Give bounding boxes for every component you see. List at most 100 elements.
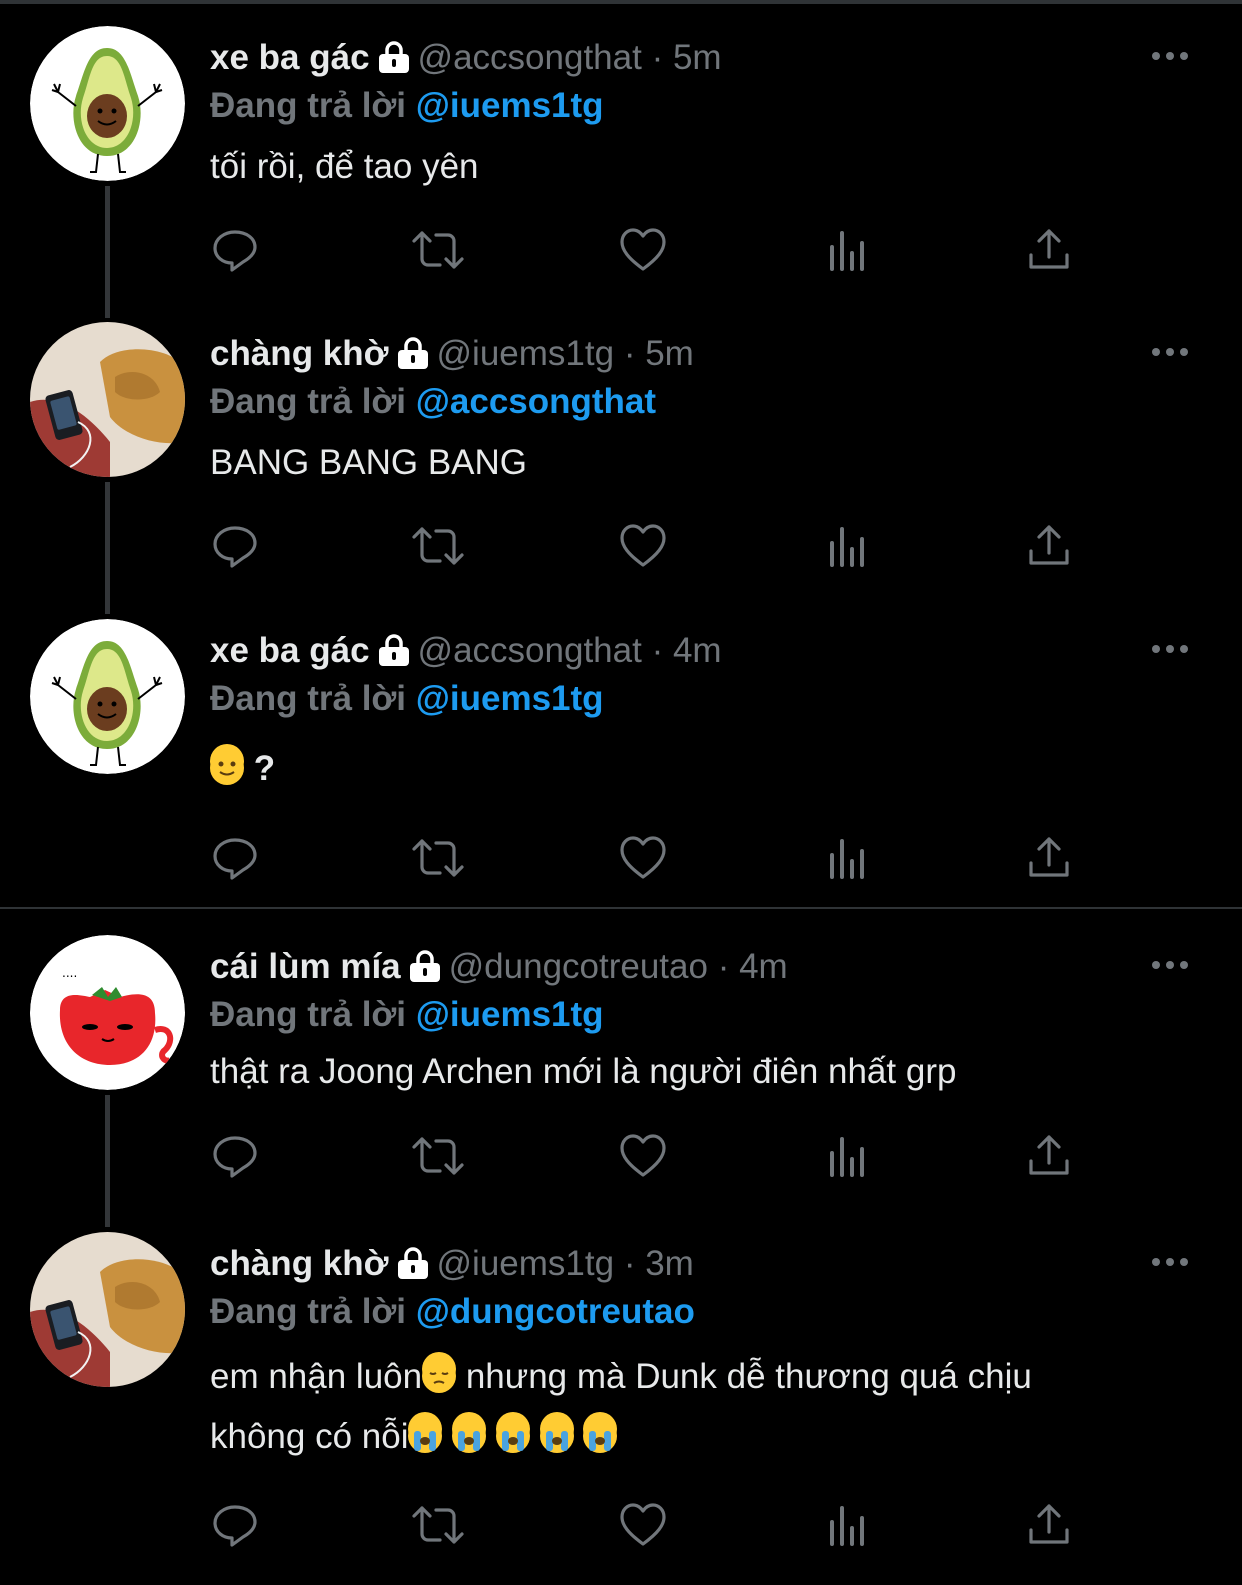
tweet-text: thật ra Joong Archen mới là người điên n… bbox=[210, 1052, 957, 1091]
display-name[interactable]: xe ba gác bbox=[210, 631, 370, 670]
tweet-header: xe ba gác @accsongthat · 4m bbox=[210, 627, 722, 679]
reply-context: Đang trả lời @dungcotreutao bbox=[210, 1288, 695, 1336]
separator-dot: · bbox=[717, 947, 730, 986]
reply-prefix: Đang trả lời bbox=[210, 86, 407, 125]
like-icon[interactable] bbox=[618, 833, 668, 883]
tweet-text-part: nhưng mà Dunk dễ thương quá chịu bbox=[456, 1357, 1032, 1396]
reply-mention[interactable]: @accsongthat bbox=[416, 382, 656, 421]
reply-context: Đang trả lời @iuems1tg bbox=[210, 675, 604, 723]
avatar[interactable] bbox=[30, 619, 185, 774]
timestamp[interactable]: 4m bbox=[739, 947, 788, 986]
separator-dot: · bbox=[623, 1244, 636, 1283]
reply-icon[interactable] bbox=[210, 521, 260, 571]
action-bar bbox=[210, 833, 1090, 883]
separator-dot: · bbox=[623, 334, 636, 373]
share-icon[interactable] bbox=[1024, 1500, 1074, 1550]
share-icon[interactable] bbox=[1024, 225, 1074, 275]
handle[interactable]: @iuems1tg bbox=[437, 1244, 615, 1283]
slightly-smiling-face-emoji bbox=[210, 744, 244, 785]
handle[interactable]: @accsongthat bbox=[418, 631, 642, 670]
avatar[interactable] bbox=[30, 1232, 185, 1387]
tweet[interactable]: chàng khờ @iuems1tg · 3m Đang trả lời @du… bbox=[0, 1206, 1242, 1585]
loudly-crying-face-emoji bbox=[408, 1412, 443, 1453]
reply-context: Đang trả lời @iuems1tg bbox=[210, 991, 604, 1039]
avatar[interactable] bbox=[30, 26, 185, 181]
lock-icon bbox=[376, 631, 412, 679]
share-icon[interactable] bbox=[1024, 833, 1074, 883]
pensive-face-emoji bbox=[422, 1352, 457, 1393]
like-icon[interactable] bbox=[618, 1500, 668, 1550]
share-icon[interactable] bbox=[1024, 1131, 1074, 1181]
more-icon[interactable] bbox=[1148, 1232, 1198, 1268]
timestamp[interactable]: 5m bbox=[645, 334, 694, 373]
views-icon[interactable] bbox=[822, 833, 872, 883]
reply-icon[interactable] bbox=[210, 1131, 260, 1181]
tomato-cat-avatar-image: .... bbox=[30, 935, 185, 1090]
more-icon[interactable] bbox=[1148, 619, 1198, 655]
handle[interactable]: @iuems1tg bbox=[437, 334, 615, 373]
tweet-text: ? bbox=[210, 739, 1200, 799]
reply-icon[interactable] bbox=[210, 1500, 260, 1550]
tweet[interactable]: xe ba gác @accsongthat · 5m Đang trả lời … bbox=[0, 0, 1242, 318]
dog-avatar-image bbox=[30, 322, 185, 477]
loudly-crying-face-emoji bbox=[583, 1412, 618, 1453]
tweet-header: xe ba gác @accsongthat · 5m bbox=[210, 34, 722, 86]
reply-prefix: Đang trả lời bbox=[210, 679, 407, 718]
retweet-icon[interactable] bbox=[410, 833, 464, 883]
views-icon[interactable] bbox=[822, 1500, 872, 1550]
display-name[interactable]: cái lùm mía bbox=[210, 947, 401, 986]
tweet[interactable]: xe ba gác @accsongthat · 4m Đang trả lời … bbox=[0, 593, 1242, 908]
reply-mention[interactable]: @iuems1tg bbox=[416, 995, 604, 1034]
timestamp[interactable]: 5m bbox=[673, 38, 722, 77]
action-bar bbox=[210, 225, 1090, 275]
separator-dot: · bbox=[651, 631, 664, 670]
dog-avatar-image bbox=[30, 1232, 185, 1387]
lock-icon bbox=[395, 1244, 431, 1292]
like-icon[interactable] bbox=[618, 225, 668, 275]
tweet[interactable]: .... cái lùm mía @dungcotreutao · 4m Đang… bbox=[0, 909, 1242, 1227]
retweet-icon[interactable] bbox=[410, 225, 464, 275]
handle[interactable]: @dungcotreutao bbox=[449, 947, 708, 986]
views-icon[interactable] bbox=[822, 521, 872, 571]
timestamp[interactable]: 3m bbox=[645, 1244, 694, 1283]
reply-icon[interactable] bbox=[210, 225, 260, 275]
views-icon[interactable] bbox=[822, 1131, 872, 1181]
tweet-header: chàng khờ @iuems1tg · 3m bbox=[210, 1240, 694, 1292]
like-icon[interactable] bbox=[618, 1131, 668, 1181]
tweet-text-part: em nhận luôn bbox=[210, 1357, 423, 1396]
more-icon[interactable] bbox=[1148, 935, 1198, 971]
share-icon[interactable] bbox=[1024, 521, 1074, 571]
handle[interactable]: @accsongthat bbox=[418, 38, 642, 77]
reply-icon[interactable] bbox=[210, 833, 260, 883]
tweet[interactable]: chàng khờ @iuems1tg · 5m Đang trả lời @ac… bbox=[0, 296, 1242, 614]
loudly-crying-face-emoji bbox=[495, 1412, 530, 1453]
display-name[interactable]: xe ba gác bbox=[210, 38, 370, 77]
avatar[interactable] bbox=[30, 322, 185, 477]
tweet-text-part: không có nỗi bbox=[210, 1417, 409, 1456]
display-name[interactable]: chàng khờ bbox=[210, 1244, 389, 1283]
retweet-icon[interactable] bbox=[410, 1131, 464, 1181]
tweet-text: BANG BANG BANG bbox=[210, 443, 528, 482]
loudly-crying-face-emoji bbox=[452, 1412, 487, 1453]
retweet-icon[interactable] bbox=[410, 521, 464, 571]
more-icon[interactable] bbox=[1148, 26, 1198, 62]
reply-context: Đang trả lời @accsongthat bbox=[210, 378, 656, 426]
reply-prefix: Đang trả lời bbox=[210, 995, 407, 1034]
lock-icon bbox=[395, 334, 431, 382]
avatar[interactable]: .... bbox=[30, 935, 185, 1090]
reply-prefix: Đang trả lời bbox=[210, 1292, 407, 1331]
tweet-text-content: ? bbox=[253, 749, 276, 788]
display-name[interactable]: chàng khờ bbox=[210, 334, 389, 373]
like-icon[interactable] bbox=[618, 521, 668, 571]
lock-icon bbox=[407, 947, 443, 995]
more-icon[interactable] bbox=[1148, 322, 1198, 358]
views-icon[interactable] bbox=[822, 225, 872, 275]
loudly-crying-face-emoji bbox=[539, 1412, 574, 1453]
timestamp[interactable]: 4m bbox=[673, 631, 722, 670]
reply-mention[interactable]: @iuems1tg bbox=[416, 679, 604, 718]
retweet-icon[interactable] bbox=[410, 1500, 464, 1550]
tweet-text: tối rồi, để tao yên bbox=[210, 147, 479, 186]
tweet-header: cái lùm mía @dungcotreutao · 4m bbox=[210, 943, 788, 995]
reply-mention[interactable]: @iuems1tg bbox=[416, 86, 604, 125]
reply-mention[interactable]: @dungcotreutao bbox=[416, 1292, 695, 1331]
